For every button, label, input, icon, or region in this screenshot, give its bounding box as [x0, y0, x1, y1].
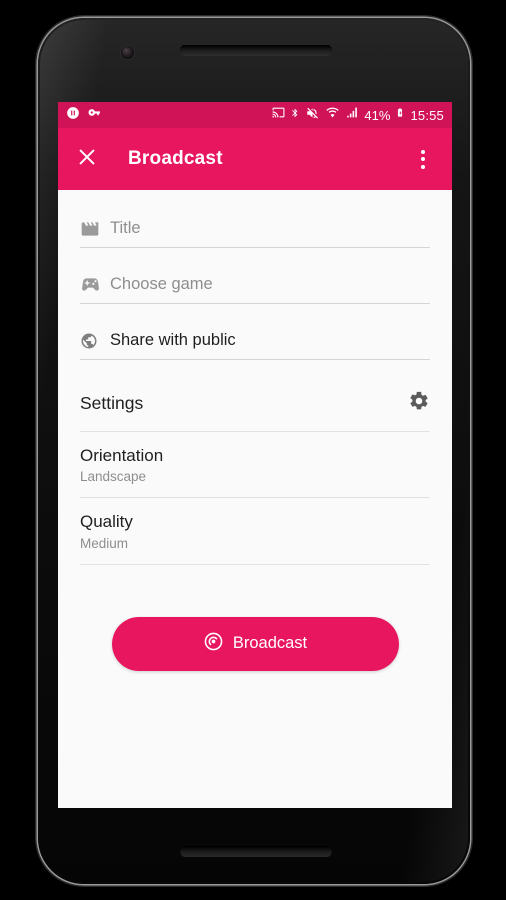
choose-game-field[interactable]: Choose game	[80, 266, 430, 304]
settings-header: Settings	[80, 378, 430, 432]
close-icon	[76, 146, 98, 173]
privacy-field-value: Share with public	[110, 331, 236, 349]
status-bar-left-icons	[66, 106, 102, 125]
privacy-field[interactable]: Share with public	[80, 322, 430, 360]
title-field-placeholder: Title	[110, 219, 141, 237]
cast-icon	[272, 106, 285, 124]
more-vert-icon-dot	[421, 164, 425, 169]
volume-off-vibrate-icon	[305, 106, 320, 125]
broadcast-icon	[203, 631, 224, 657]
pause-icon	[66, 106, 80, 125]
broadcast-button-label: Broadcast	[232, 634, 308, 652]
movie-clapper-icon	[80, 219, 106, 239]
globe-public-icon	[80, 332, 106, 350]
app-bar: Broadcast	[58, 128, 452, 190]
overflow-menu-button[interactable]	[408, 142, 438, 176]
settings-gear-button[interactable]	[408, 390, 430, 417]
phone-frame: 41% 15:55 Broadcast Title Choose game Sh…	[38, 18, 470, 884]
broadcast-button-container: Broadcast	[80, 616, 430, 671]
front-camera-icon	[121, 46, 134, 59]
close-button[interactable]	[72, 144, 102, 174]
cellular-signal-icon	[345, 106, 359, 124]
quality-row-value: Medium	[80, 535, 129, 551]
bottom-speaker-grille	[180, 846, 332, 857]
page-title: Broadcast	[128, 148, 223, 169]
broadcast-button[interactable]: Broadcast	[111, 616, 399, 671]
quality-row[interactable]: Quality Medium	[80, 498, 430, 565]
battery-charging-icon	[395, 105, 405, 125]
more-vert-icon-dot	[421, 149, 425, 154]
more-vert-icon-dot	[421, 157, 425, 161]
gamepad-icon	[80, 274, 106, 295]
quality-row-title: Quality	[80, 512, 133, 532]
settings-title: Settings	[80, 393, 144, 413]
orientation-row-value: Landscape	[80, 469, 147, 485]
status-bar-right-icons: 41% 15:55	[272, 105, 444, 125]
title-field[interactable]: Title	[80, 210, 430, 248]
form-content: Title Choose game Share with public Sett…	[58, 190, 452, 671]
bluetooth-icon	[290, 106, 300, 125]
clock-label: 15:55	[410, 107, 444, 123]
status-bar: 41% 15:55	[58, 102, 452, 128]
orientation-row-title: Orientation	[80, 446, 164, 465]
battery-percent-label: 41%	[364, 107, 391, 123]
phone-screen: 41% 15:55 Broadcast Title Choose game Sh…	[58, 102, 452, 808]
wifi-icon	[325, 106, 340, 124]
orientation-row[interactable]: Orientation Landscape	[80, 432, 430, 499]
gear-icon	[408, 390, 430, 417]
phone-body: 41% 15:55 Broadcast Title Choose game Sh…	[40, 20, 468, 882]
choose-game-placeholder: Choose game	[110, 275, 213, 293]
vpn-key-icon	[87, 106, 102, 124]
earpiece-speaker-grille	[180, 45, 332, 55]
